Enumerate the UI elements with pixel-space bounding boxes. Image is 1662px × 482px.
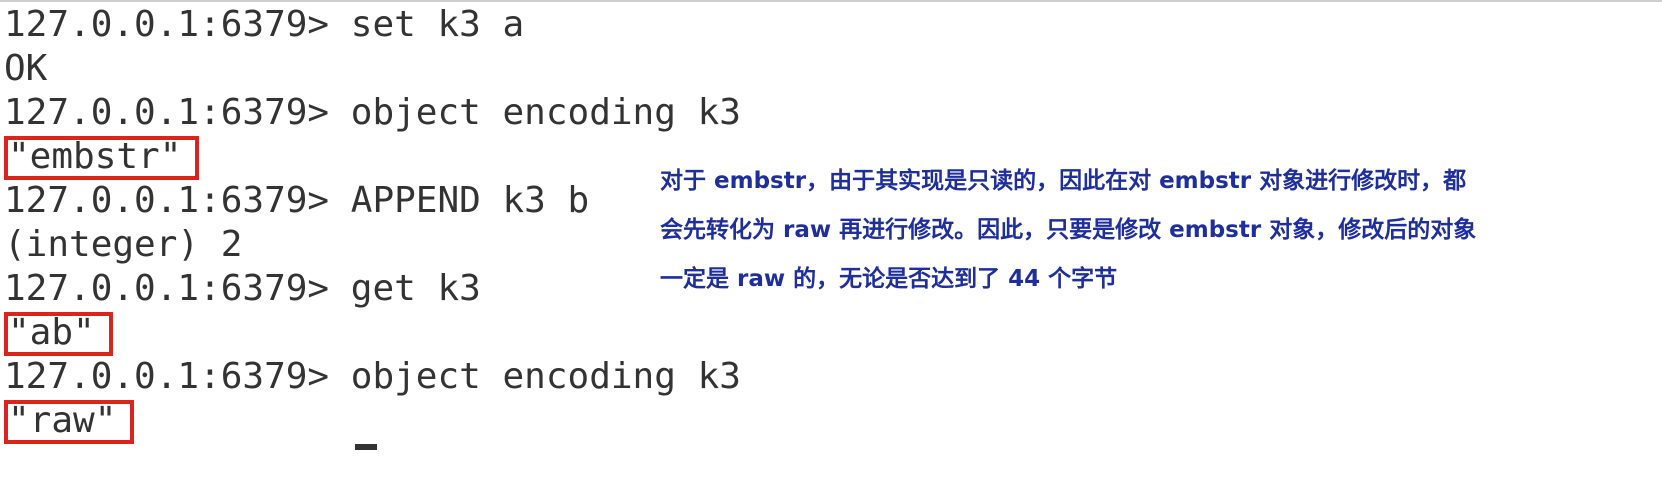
terminal-line: (integer) 2 [4, 223, 704, 267]
terminal-line: 127.0.0.1:6379> set k3 a [4, 3, 704, 47]
cli-prompt: 127.0.0.1:6379> [4, 4, 351, 45]
terminal-line: 127.0.0.1:6379> APPEND k3 b [4, 179, 704, 223]
annotation-line-1: 对于 embstr，由于其实现是只读的，因此在对 embstr 对象进行修改时，… [660, 168, 1467, 194]
highlighted-output-embstr: "embstr" [4, 136, 200, 180]
annotation-line-3: 一定是 raw 的，无论是否达到了 44 个字节 [660, 266, 1118, 292]
cli-command: set k3 a [350, 4, 525, 45]
cli-prompt: 127.0.0.1:6379> [4, 92, 351, 133]
cli-prompt: 127.0.0.1:6379> [4, 180, 351, 221]
top-divider [0, 0, 1662, 2]
cli-output: OK [4, 48, 48, 89]
cli-prompt: 127.0.0.1:6379> [4, 268, 351, 309]
terminal-line: "ab" [4, 311, 704, 356]
highlighted-output-raw: "raw" [4, 400, 135, 444]
cli-command: object encoding k3 [350, 92, 741, 133]
text-cursor [355, 444, 377, 450]
cli-command: get k3 [350, 268, 481, 309]
redis-cli-terminal[interactable]: 127.0.0.1:6379> set k3 a OK 127.0.0.1:63… [4, 3, 741, 444]
cli-output: (integer) 2 [4, 224, 243, 265]
terminal-line: 127.0.0.1:6379> get k3 [4, 267, 704, 311]
cli-prompt: 127.0.0.1:6379> [4, 356, 351, 397]
terminal-line: "raw" [4, 399, 704, 444]
annotation-line-2: 会先转化为 raw 再进行修改。因此，只要是修改 embstr 对象，修改后的对… [660, 217, 1477, 243]
cli-command: object encoding k3 [350, 356, 741, 397]
highlighted-output-ab: "ab" [4, 312, 113, 356]
terminal-line: 127.0.0.1:6379> object encoding k3 [4, 355, 741, 399]
annotation-note: 对于 embstr，由于其实现是只读的，因此在对 embstr 对象进行修改时，… [660, 157, 1640, 304]
terminal-line: "embstr" [4, 135, 704, 180]
terminal-line: 127.0.0.1:6379> object encoding k3 [4, 91, 741, 135]
terminal-line: OK [4, 47, 704, 91]
cli-command: APPEND k3 b [350, 180, 590, 221]
